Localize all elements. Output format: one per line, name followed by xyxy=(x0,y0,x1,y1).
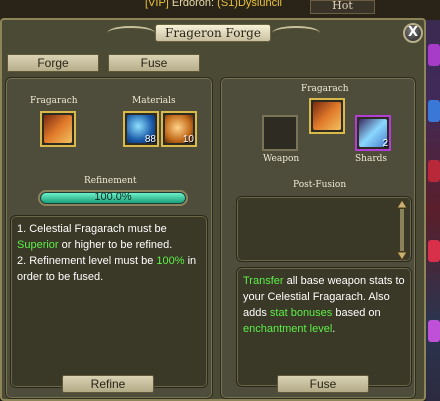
chat-text: (S1)Dysluncil xyxy=(214,0,282,9)
gem-icon xyxy=(428,44,440,66)
refine-panel: Fragarach Materials 88 10 Refinement 100… xyxy=(5,77,213,399)
fragarach-sword-icon xyxy=(44,115,72,143)
info-line-2: 2. Refinement level must be 100% in orde… xyxy=(17,253,201,285)
weapon-slot[interactable] xyxy=(40,111,76,147)
material-qty: 88 xyxy=(144,134,156,145)
desc-enchantment-level: enchantment level xyxy=(243,323,333,335)
fragarach-label: Fragarach xyxy=(301,84,349,94)
side-item-strip xyxy=(426,20,440,401)
scroll-up-icon[interactable] xyxy=(396,199,408,209)
title-bar[interactable]: Frageron Forge X xyxy=(2,20,424,46)
forge-window: Frageron Forge X Forge Fuse Fragarach Ma… xyxy=(0,18,426,401)
info-line-1: 1. Celestial Fragarach must be Superior … xyxy=(17,221,201,253)
close-icon[interactable]: X xyxy=(403,23,423,43)
game-topbar: [VIP] Erdoron: (S1)Dysluncil Hot xyxy=(0,0,440,20)
shards-slot[interactable]: 2 xyxy=(355,115,391,151)
info-superior: Superior xyxy=(17,239,59,251)
info-line-1-text: 1. Celestial Fragarach must be xyxy=(17,223,167,235)
refinement-label: Refinement xyxy=(84,176,137,186)
scroll-track[interactable] xyxy=(400,209,404,251)
refine-button[interactable]: Refine xyxy=(62,375,154,393)
material-qty: 10 xyxy=(182,134,194,145)
info-100-percent: 100% xyxy=(156,255,185,267)
post-fusion-scrollbar[interactable] xyxy=(396,199,408,261)
title-ornament-right xyxy=(272,26,320,40)
fragarach-sword-icon xyxy=(313,102,341,130)
info-line-2-text: 2. Refinement level must be xyxy=(17,255,157,267)
post-fusion-box xyxy=(236,196,412,262)
refinement-progress-bar: 100.0% xyxy=(38,190,188,206)
post-fusion-label: Post-Fusion xyxy=(293,180,347,190)
material-slot[interactable]: 10 xyxy=(161,111,197,147)
fuse-panel: Fragarach 2 Weapon Shards Post-Fusion Tr… xyxy=(220,77,416,399)
gem-icon xyxy=(428,100,440,122)
gem-icon xyxy=(428,160,440,182)
desc-transfer: Transfer xyxy=(243,275,284,287)
shards-slot-label: Shards xyxy=(355,154,388,164)
gem-icon xyxy=(428,320,440,342)
desc-text-3: . xyxy=(332,323,336,335)
info-line-1-end: or higher to be refined. xyxy=(58,239,173,251)
tab-forge[interactable]: Forge xyxy=(7,54,99,72)
weapon-label: Fragarach xyxy=(30,96,78,106)
scroll-down-icon[interactable] xyxy=(396,251,408,261)
weapon-input-slot[interactable] xyxy=(262,115,298,151)
chat-vip-tag: [VIP] xyxy=(145,0,169,9)
material-slot[interactable]: 88 xyxy=(123,111,159,147)
tab-fuse[interactable]: Fuse xyxy=(108,54,200,72)
desc-stat-bonuses: stat bonuses xyxy=(269,307,333,319)
fuse-button[interactable]: Fuse xyxy=(277,375,369,393)
chat-line: [VIP] Erdoron: (S1)Dysluncil xyxy=(145,0,282,9)
refinement-value: 100.0% xyxy=(94,191,132,203)
fragarach-slot[interactable] xyxy=(309,98,345,134)
refine-info-box: 1. Celestial Fragarach must be Superior … xyxy=(10,215,208,388)
shards-qty: 2 xyxy=(382,138,388,149)
desc-text-2: based on xyxy=(332,307,381,319)
fuse-description-box: Transfer all base weapon stats to your C… xyxy=(236,267,412,387)
title-ornament-left xyxy=(107,26,155,40)
hot-tab[interactable]: Hot xyxy=(310,0,375,14)
gem-icon xyxy=(428,240,440,262)
materials-label: Materials xyxy=(132,96,176,106)
chat-player-name: Erdoron: xyxy=(171,0,215,9)
window-title: Frageron Forge xyxy=(155,24,271,42)
weapon-slot-label: Weapon xyxy=(263,154,300,164)
